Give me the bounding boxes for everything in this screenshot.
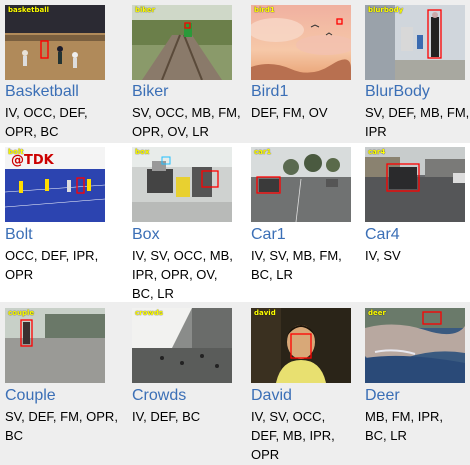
sequence-overlay-label: deer xyxy=(368,309,386,317)
sequence-overlay-label: basketball xyxy=(8,6,49,14)
sequence-overlay-label: bolt xyxy=(8,148,24,156)
sequence-attributes: IV, SV xyxy=(365,248,401,263)
sequence-overlay-label: blurbody xyxy=(368,6,404,14)
sequence-overlay-label: crowds xyxy=(135,309,164,317)
sequence-attributes: OCC, DEF, IPR, OPR xyxy=(5,248,99,282)
sequence-link-car4[interactable]: Car4 xyxy=(365,226,400,244)
sequence-thumbnail-car4[interactable]: car4 xyxy=(365,147,465,222)
sequence-link-deer[interactable]: Deer xyxy=(365,387,400,405)
sequence-link-bird1[interactable]: Bird1 xyxy=(251,83,288,101)
sequence-link-blurbody[interactable]: BlurBody xyxy=(365,83,430,101)
sequence-link-david[interactable]: David xyxy=(251,387,292,405)
sequence-attributes: IV, DEF, BC xyxy=(132,409,201,424)
sequence-thumbnail-box[interactable]: box xyxy=(132,147,232,222)
sequence-link-box[interactable]: Box xyxy=(132,226,160,244)
sequence-overlay-label: couple xyxy=(8,309,35,317)
sequence-attributes: IV, OCC, DEF, OPR, BC xyxy=(5,105,88,139)
sequence-overlay-label: box xyxy=(135,148,150,156)
sequence-thumbnail-couple[interactable]: couple xyxy=(5,308,105,383)
sequence-link-biker[interactable]: Biker xyxy=(132,83,168,101)
sequence-overlay-label: car1 xyxy=(254,148,272,156)
sequence-attributes: IV, SV, MB, FM, BC, LR xyxy=(251,248,342,282)
sequence-thumbnail-deer[interactable]: deer xyxy=(365,308,465,383)
sequence-thumbnail-bolt[interactable]: @TDK bolt xyxy=(5,147,105,222)
sequence-attributes: IV, SV, OCC, DEF, MB, IPR, OPR xyxy=(251,409,335,462)
sequence-overlay-label: biker xyxy=(135,6,156,14)
sequence-attributes: SV, OCC, MB, FM, OPR, OV, LR xyxy=(132,105,241,139)
sequence-link-couple[interactable]: Couple xyxy=(5,387,56,405)
sequence-link-crowds[interactable]: Crowds xyxy=(132,387,186,405)
sequence-thumbnail-basketball[interactable]: basketball xyxy=(5,5,105,80)
sequence-thumbnail-blurbody[interactable]: blurbody xyxy=(365,5,465,80)
sequence-attributes: MB, FM, IPR, BC, LR xyxy=(365,409,443,443)
sequence-link-basketball[interactable]: Basketball xyxy=(5,83,79,101)
sequence-overlay-label: david xyxy=(254,309,276,317)
sequence-link-car1[interactable]: Car1 xyxy=(251,226,286,244)
sequence-attributes: SV, DEF, MB, FM, IPR xyxy=(365,105,470,139)
sequence-overlay-label: bird1 xyxy=(254,6,275,14)
sequence-thumbnail-bird1[interactable]: bird1 xyxy=(251,5,351,80)
sequence-attributes: IV, SV, OCC, MB, IPR, OPR, OV, BC, LR xyxy=(132,248,233,301)
sequence-thumbnail-crowds[interactable]: crowds xyxy=(132,308,232,383)
sequence-attributes: SV, DEF, FM, OPR, BC xyxy=(5,409,118,443)
sequence-thumbnail-car1[interactable]: car1 xyxy=(251,147,351,222)
sequence-thumbnail-david[interactable]: david xyxy=(251,308,351,383)
sequence-attributes: DEF, FM, OV xyxy=(251,105,328,120)
sequence-link-bolt[interactable]: Bolt xyxy=(5,226,33,244)
sequence-thumbnail-biker[interactable]: biker xyxy=(132,5,232,80)
sequence-overlay-label: car4 xyxy=(368,148,386,156)
